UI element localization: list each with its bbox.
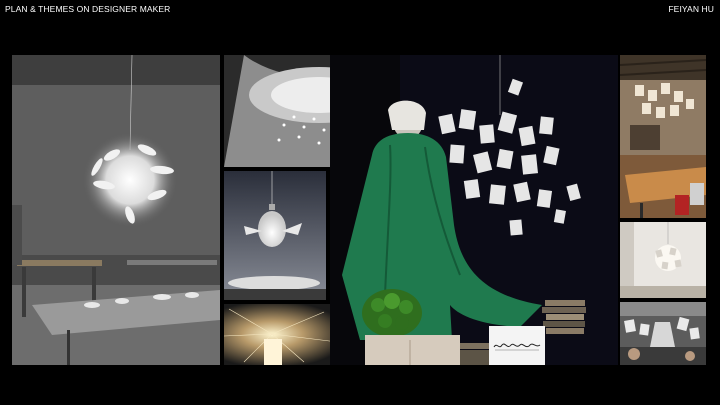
- signature-card: [489, 326, 545, 365]
- ingo-maurer-signature: [493, 343, 541, 351]
- photo-winged-bulb: [224, 171, 326, 300]
- photo-studio-chandelier: [12, 55, 220, 365]
- slide-title: PLAN & THEMES ON DESIGNER MAKER: [5, 4, 171, 14]
- photo-white-lamp: [620, 222, 706, 298]
- photo-designer-zettel-chandelier: [330, 55, 618, 365]
- photo-workshop: [620, 302, 706, 365]
- lightbulb-icon: [258, 211, 286, 247]
- author-name: FEIYAN HU: [668, 4, 714, 14]
- photo-room-interior: [620, 55, 706, 218]
